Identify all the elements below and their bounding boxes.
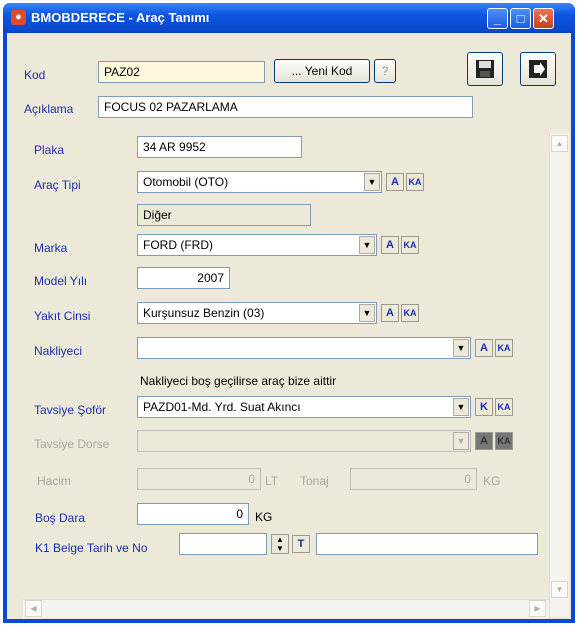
kod-input[interactable]: PAZ02: [98, 61, 265, 83]
ka-icon[interactable]: KA: [495, 398, 513, 416]
arac-tipi-label: Araç Tipi: [34, 178, 81, 192]
help-button[interactable]: ?: [374, 59, 396, 83]
chevron-down-icon[interactable]: ▼: [364, 173, 380, 191]
chevron-down-icon[interactable]: ▼: [453, 339, 469, 357]
a-icon[interactable]: A: [386, 173, 404, 191]
app-icon: ●: [11, 10, 26, 25]
hacim-input[interactable]: 0: [137, 468, 261, 490]
aciklama-label: Açıklama: [24, 102, 74, 116]
a-icon[interactable]: A: [381, 236, 399, 254]
tonaj-label: Tonaj: [300, 474, 329, 488]
scroll-left-icon[interactable]: ◀: [25, 600, 42, 617]
nakliyeci-note: Nakliyeci boş geçilirse araç bize aittir: [140, 374, 337, 388]
plaka-label: Plaka: [34, 143, 65, 157]
chevron-down-icon[interactable]: ▼: [453, 398, 469, 416]
bos-dara-input[interactable]: 0: [137, 503, 249, 525]
scroll-down-icon[interactable]: ▼: [551, 581, 568, 598]
tavsiye-sofor-select[interactable]: PAZD01-Md. Yrd. Suat Akıncı: [137, 396, 471, 418]
ka-icon[interactable]: KA: [406, 173, 424, 191]
marka-select[interactable]: FORD (FRD): [137, 234, 377, 256]
yakit-cinsi-label: Yakıt Cinsi: [34, 309, 91, 323]
k1-no-input[interactable]: [316, 533, 538, 555]
save-button[interactable]: [467, 52, 503, 86]
yeni-kod-button[interactable]: ... Yeni Kod: [274, 59, 370, 83]
aciklama-input[interactable]: FOCUS 02 PAZARLAMA: [98, 96, 473, 118]
yakit-cinsi-select[interactable]: Kurşunsuz Benzin (03): [137, 302, 377, 324]
arac-tipi-select[interactable]: Otomobil (OTO): [137, 171, 382, 193]
t-icon[interactable]: T: [292, 535, 310, 553]
scroll-up-icon[interactable]: ▲: [551, 135, 568, 152]
exit-icon: [529, 60, 547, 78]
scroll-right-icon[interactable]: ▶: [529, 600, 546, 617]
k-icon[interactable]: K: [475, 398, 493, 416]
k1-label: K1 Belge Tarih ve No: [35, 541, 148, 555]
chevron-down-icon[interactable]: ▼: [453, 432, 469, 450]
a-icon[interactable]: A: [475, 432, 493, 450]
tavsiye-dorse-label: Tavsiye Dorse: [34, 437, 110, 451]
minimize-button[interactable]: _: [487, 8, 508, 29]
ka-icon[interactable]: KA: [401, 236, 419, 254]
nakliyeci-label: Nakliyeci: [34, 344, 83, 358]
ka-icon[interactable]: KA: [495, 339, 513, 357]
chevron-down-icon[interactable]: ▼: [359, 236, 375, 254]
bos-dara-label: Boş Dara: [35, 511, 86, 525]
window-title: BMOBDERECE - Araç Tanımı: [31, 10, 210, 25]
arac-tipi-sub: Diğer: [137, 204, 311, 226]
kod-label: Kod: [24, 68, 46, 82]
ka-icon[interactable]: KA: [401, 304, 419, 322]
a-icon[interactable]: A: [381, 304, 399, 322]
tavsiye-sofor-label: Tavsiye Şoför: [34, 403, 107, 417]
hacim-label: Hacim: [37, 474, 72, 488]
app-window: ● BMOBDERECE - Araç Tanımı _ □ ✕ Kod PAZ…: [3, 3, 575, 623]
save-icon: [476, 60, 494, 78]
tonaj-input[interactable]: 0: [350, 468, 477, 490]
plaka-input[interactable]: 34 AR 9952: [137, 136, 302, 158]
form-area: Kod PAZ02 ... Yeni Kod ? Açıklama FOCUS …: [7, 33, 571, 619]
model-yili-label: Model Yılı: [34, 274, 88, 288]
horizontal-scrollbar[interactable]: ◀ ▶: [23, 599, 549, 618]
bos-dara-unit: KG: [255, 510, 273, 524]
close-button[interactable]: ✕: [533, 8, 554, 29]
k1-date-input[interactable]: [179, 533, 267, 555]
maximize-button[interactable]: □: [510, 8, 531, 29]
model-yili-input[interactable]: 2007: [137, 267, 230, 289]
hacim-unit: LT: [265, 474, 279, 488]
vertical-scrollbar[interactable]: ▲ ▼: [549, 133, 569, 617]
tonaj-unit: KG: [483, 474, 501, 488]
a-icon[interactable]: A: [475, 339, 493, 357]
nakliyeci-select[interactable]: [137, 337, 471, 359]
marka-label: Marka: [34, 241, 68, 255]
exit-button[interactable]: [520, 52, 556, 86]
title-bar: ● BMOBDERECE - Araç Tanımı _ □ ✕: [3, 3, 575, 33]
chevron-down-icon[interactable]: ▼: [359, 304, 375, 322]
tavsiye-dorse-select[interactable]: [137, 430, 471, 452]
ka-icon[interactable]: KA: [495, 432, 513, 450]
date-spinner[interactable]: ▲ ▼: [271, 534, 289, 554]
